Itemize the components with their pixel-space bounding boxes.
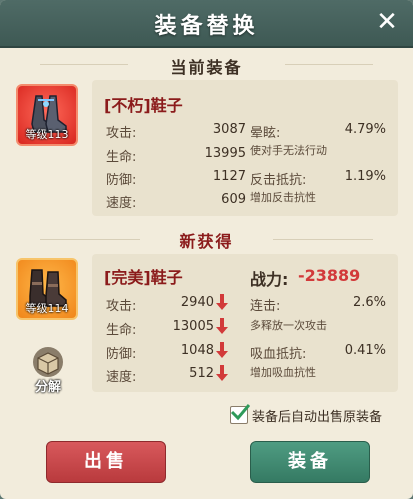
extra-stat-label: 反击抵抗: bbox=[250, 173, 307, 188]
extra-stat-label: 晕眩: bbox=[250, 126, 281, 141]
extra-stat-value: 2.6% bbox=[352, 295, 386, 310]
decompose-label: 分解 bbox=[34, 380, 61, 395]
stat-label: 速度: bbox=[106, 196, 137, 211]
down-arrow-icon bbox=[216, 318, 228, 334]
stat-label: 攻击: bbox=[106, 126, 137, 141]
divider bbox=[40, 239, 140, 240]
divider bbox=[40, 64, 128, 65]
current-item-name: [不朽]鞋子 bbox=[104, 96, 183, 115]
current-stats-panel: [不朽]鞋子 攻击: 3087 生命: 13995 防御: 1127 速度: 6… bbox=[92, 80, 398, 216]
current-item-level: 等级113 bbox=[25, 128, 69, 141]
extra-stat-desc: 多释放一次攻击 bbox=[250, 319, 327, 332]
extra-stat-label: 吸血抵抗: bbox=[250, 347, 307, 362]
extra-stat-desc: 增加反击抗性 bbox=[250, 191, 316, 204]
current-item-slot[interactable]: 等级113 bbox=[16, 84, 78, 146]
auto-sell-checkbox[interactable]: 装备后自动出售原装备 bbox=[230, 404, 402, 426]
current-section-title: 当前装备 bbox=[170, 58, 243, 77]
stat-label: 生命: bbox=[106, 323, 137, 338]
divider bbox=[273, 239, 373, 240]
extra-stat-value: 0.41% bbox=[344, 343, 386, 358]
stat-label: 防御: bbox=[106, 347, 137, 362]
extra-stat-label: 连击: bbox=[250, 299, 281, 314]
extra-stat-value: 4.79% bbox=[344, 122, 386, 137]
down-arrow-icon bbox=[216, 294, 228, 310]
stat-value: 2940 bbox=[180, 295, 214, 310]
down-arrow-icon bbox=[216, 365, 228, 381]
title-bar: 装备替换 ✕ bbox=[0, 0, 413, 48]
new-item-name: [完美]鞋子 bbox=[104, 268, 183, 287]
stat-value: 609 bbox=[221, 192, 246, 207]
down-arrow-icon bbox=[216, 342, 228, 358]
check-icon bbox=[230, 404, 250, 421]
extra-stat-desc: 使对手无法行动 bbox=[250, 144, 327, 157]
new-item-slot[interactable]: 等级114 bbox=[16, 258, 78, 320]
close-icon[interactable]: ✕ bbox=[373, 8, 401, 36]
new-stats-panel: [完美]鞋子 战力: -23889 攻击: 2940 生命: 13005 防御:… bbox=[92, 254, 398, 392]
decompose-button[interactable]: 分解 bbox=[26, 346, 70, 395]
stat-label: 生命: bbox=[106, 150, 137, 165]
divider bbox=[285, 64, 373, 65]
stat-label: 防御: bbox=[106, 173, 137, 188]
equipment-replace-dialog: 装备替换 ✕ 当前装备 等级113 [不朽]鞋子 攻击: 3087 生命: 13… bbox=[0, 0, 413, 499]
stat-label: 攻击: bbox=[106, 299, 137, 314]
stat-value: 3087 bbox=[212, 122, 246, 137]
auto-sell-label: 装备后自动出售原装备 bbox=[252, 410, 383, 425]
extra-stat-desc: 增加吸血抗性 bbox=[250, 366, 316, 379]
new-section-title: 新获得 bbox=[179, 232, 234, 251]
stat-value: 1048 bbox=[180, 343, 214, 358]
stat-value: 13005 bbox=[172, 319, 214, 334]
stat-value: 512 bbox=[189, 366, 214, 381]
power-label: 战力: bbox=[250, 270, 289, 289]
box-icon bbox=[33, 347, 63, 377]
stat-value: 1127 bbox=[212, 169, 246, 184]
dialog-title: 装备替换 bbox=[154, 14, 259, 39]
stat-value: 13995 bbox=[204, 146, 246, 161]
new-item-level: 等级114 bbox=[25, 302, 69, 315]
stat-label: 速度: bbox=[106, 370, 137, 385]
checkbox-box bbox=[230, 404, 250, 424]
power-value: -23889 bbox=[298, 266, 361, 285]
sell-button[interactable]: 出售 bbox=[46, 441, 166, 483]
extra-stat-value: 1.19% bbox=[344, 169, 386, 184]
equip-button[interactable]: 装备 bbox=[250, 441, 370, 483]
